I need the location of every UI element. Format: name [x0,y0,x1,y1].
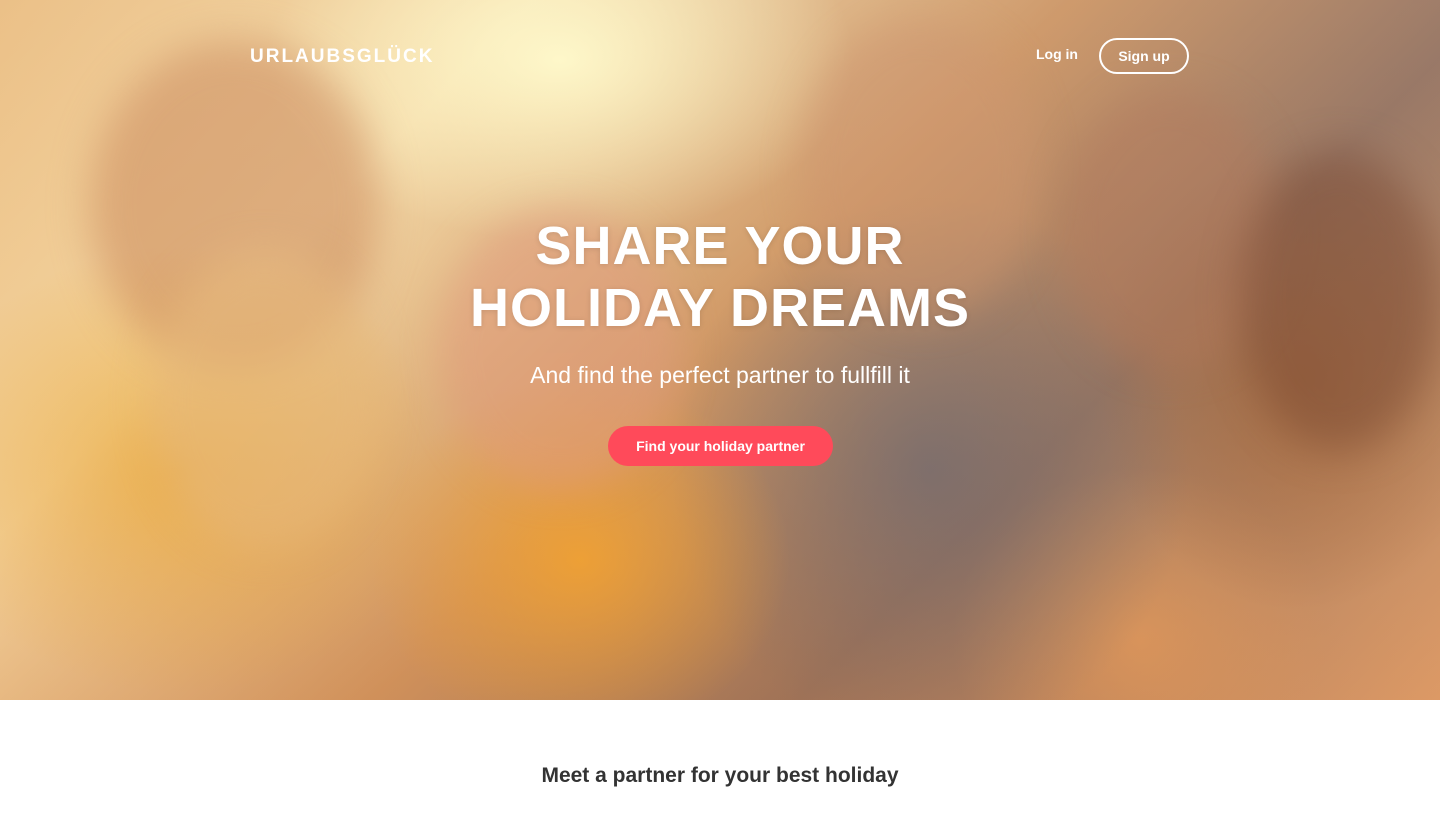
hero-headline-line-2: HOLIDAY DREAMS [469,278,971,338]
top-navigation: URLAUBSGLÜCK Log in Sign up [0,0,1440,110]
hero-headline: SHARE YOUR HOLIDAY DREAMS [0,215,1440,339]
find-partner-button[interactable]: Find your holiday partner [608,426,833,466]
login-link[interactable]: Log in [1036,46,1078,62]
hero-section: URLAUBSGLÜCK Log in Sign up SHARE YOUR H… [0,0,1440,700]
signup-button[interactable]: Sign up [1099,38,1189,74]
section-title: Meet a partner for your best holiday [541,764,899,787]
hero-headline-line-1: SHARE YOUR [535,216,905,276]
hero-subheadline: And find the perfect partner to fullfill… [530,362,910,388]
site-logo[interactable]: URLAUBSGLÜCK [250,46,434,68]
